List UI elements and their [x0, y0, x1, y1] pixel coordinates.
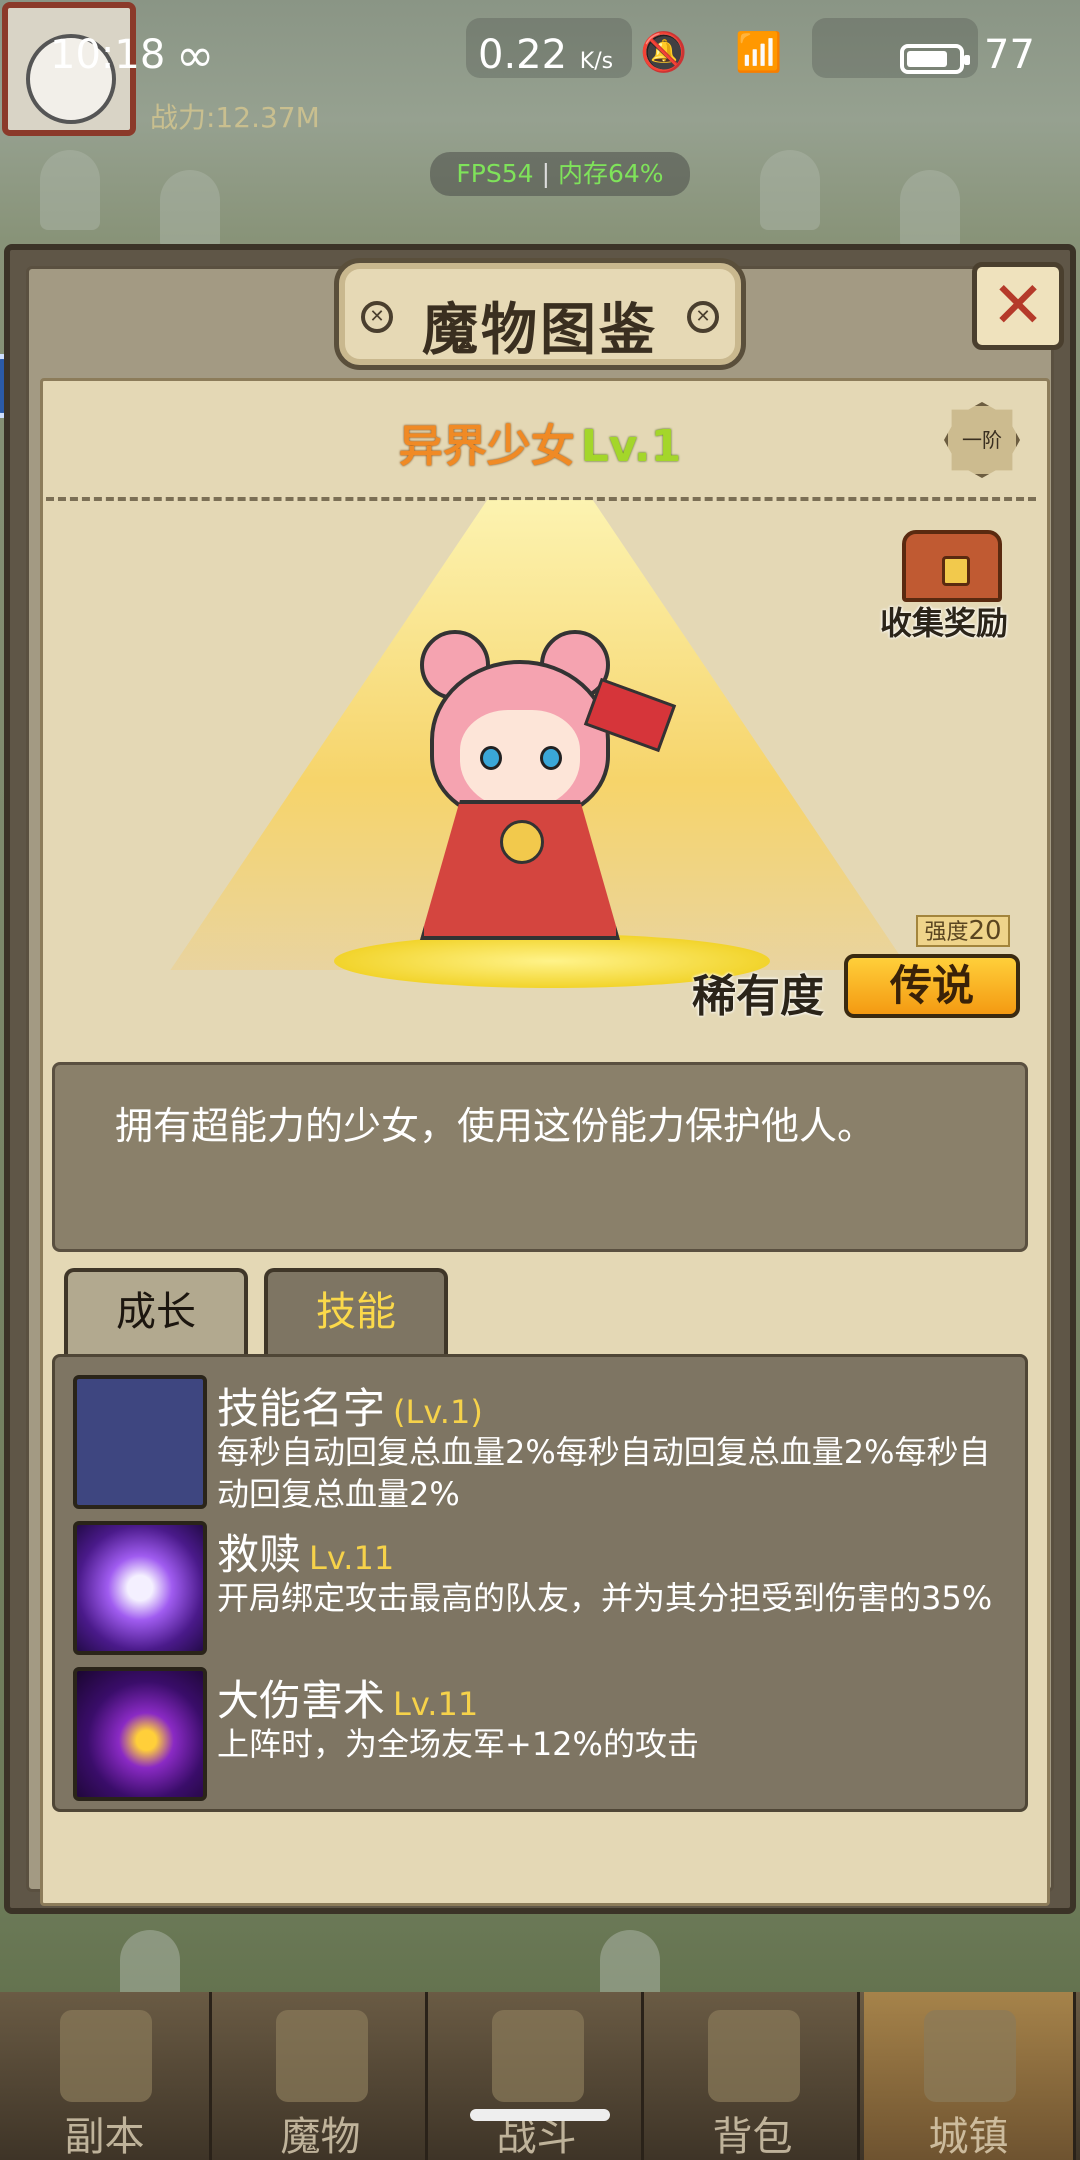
- shop-building-icon: [924, 2010, 1016, 2102]
- dialog-title-plate: ✕ 魔物图鉴 ✕: [334, 258, 746, 370]
- skill-title: 大伤害术 Lv.11: [217, 1667, 478, 1728]
- monster-description: 拥有超能力的少女，使用这份能力保护他人。: [115, 1104, 876, 1148]
- backpack-icon: [708, 2010, 800, 2102]
- treasure-chest-icon[interactable]: [902, 530, 1002, 602]
- clock: 10:18: [50, 32, 166, 78]
- background-tree: [900, 170, 960, 250]
- strength-value: 20: [968, 916, 1002, 946]
- nav-label: 副本: [64, 2114, 145, 2160]
- character-bell: [500, 820, 544, 864]
- battery-fill: [907, 51, 947, 67]
- skill-name: 救赎: [217, 1530, 302, 1579]
- skill-description: 每秒自动回复总血量2%每秒自动回复总血量2%每秒自动回复总血量2%: [217, 1433, 991, 1513]
- bottom-navigation: 副本 魔物 战斗 背包 城镇: [0, 1992, 1080, 2160]
- skill-description: 开局绑定攻击最高的队友，并为其分担受到伤害的35%: [217, 1579, 993, 1617]
- character-eye: [480, 746, 502, 770]
- background-tree: [40, 150, 100, 230]
- nav-dungeon[interactable]: 副本: [0, 1992, 212, 2160]
- nav-label: 魔物: [280, 2114, 361, 2160]
- character-face: [460, 710, 580, 810]
- strength-label: 强度: [924, 920, 969, 945]
- skill-placeholder-icon: [73, 1375, 207, 1509]
- close-button[interactable]: ✕: [972, 262, 1064, 350]
- nav-label: 城镇: [928, 2114, 1009, 2160]
- network-speed-value: 0.22: [478, 32, 568, 78]
- crystal-orb-icon: [73, 1521, 207, 1655]
- status-bar: 10:18 ∞ 0.22 K/s 🔕 📶 77: [0, 0, 1080, 110]
- monster-name: 异界少女: [398, 421, 575, 472]
- skill-level: Lv.11: [309, 1539, 395, 1577]
- character-eye: [540, 746, 562, 770]
- monster-name-line: 异界少女 Lv.1: [0, 410, 1080, 474]
- background-tree: [160, 170, 220, 250]
- nav-backpack[interactable]: 背包: [648, 1992, 860, 2160]
- nav-label: 背包: [712, 2114, 793, 2160]
- background-tree: [760, 150, 820, 230]
- skill-level: Lv.11: [393, 1685, 479, 1723]
- tab-growth[interactable]: 成长: [64, 1268, 248, 1356]
- dialog-title: 魔物图鉴: [422, 298, 658, 363]
- home-indicator[interactable]: [470, 2109, 610, 2121]
- description-box: 拥有超能力的少女，使用这份能力保护他人。: [52, 1062, 1028, 1252]
- skill-description: 上阵时，为全场友军+12%的攻击: [217, 1725, 699, 1763]
- rarity-label: 稀有度: [692, 971, 824, 1022]
- map-scroll-icon: [60, 2010, 152, 2102]
- infinity-icon: ∞: [176, 28, 215, 82]
- memory-value: 内存64%: [558, 159, 664, 188]
- fps-divider: |: [541, 159, 550, 188]
- fps-value: FPS54: [456, 159, 534, 188]
- skill-list: 技能名字 (Lv.1) 每秒自动回复总血量2%每秒自动回复总血量2%每秒自动回复总…: [52, 1354, 1028, 1812]
- tab-skills[interactable]: 技能: [264, 1268, 448, 1356]
- vortex-icon: [73, 1667, 207, 1801]
- strength-tag: 强度20: [916, 915, 1010, 947]
- nav-town[interactable]: 城镇: [864, 1992, 1076, 2160]
- skill-title: 技能名字 (Lv.1): [217, 1375, 483, 1436]
- skill-level: (Lv.1): [393, 1393, 483, 1431]
- nav-battle[interactable]: 战斗: [432, 1992, 644, 2160]
- skill-title: 救赎 Lv.11: [217, 1521, 394, 1582]
- collect-reward-label[interactable]: 收集奖励: [880, 598, 1008, 644]
- skill-name: 技能名字: [217, 1384, 386, 1433]
- network-speed: 0.22 K/s: [478, 32, 613, 78]
- monster-portrait: [380, 620, 700, 960]
- crossed-swords-icon: [492, 2010, 584, 2102]
- battery-level: 77: [984, 32, 1035, 78]
- helmet-icon: [276, 2010, 368, 2102]
- network-speed-unit: K/s: [579, 49, 614, 74]
- status-icons: 🔕 📶: [640, 30, 801, 74]
- battery-icon: [900, 44, 970, 74]
- rank-badge[interactable]: 一阶: [944, 402, 1020, 478]
- monster-level: Lv.1: [580, 421, 682, 472]
- skill-name: 大伤害术: [217, 1676, 386, 1725]
- title-ornament-right-icon: ✕: [687, 301, 719, 333]
- nav-monsters[interactable]: 魔物: [216, 1992, 428, 2160]
- fps-overlay: FPS54 | 内存64%: [430, 152, 690, 196]
- rarity-badge: 传说: [844, 954, 1020, 1018]
